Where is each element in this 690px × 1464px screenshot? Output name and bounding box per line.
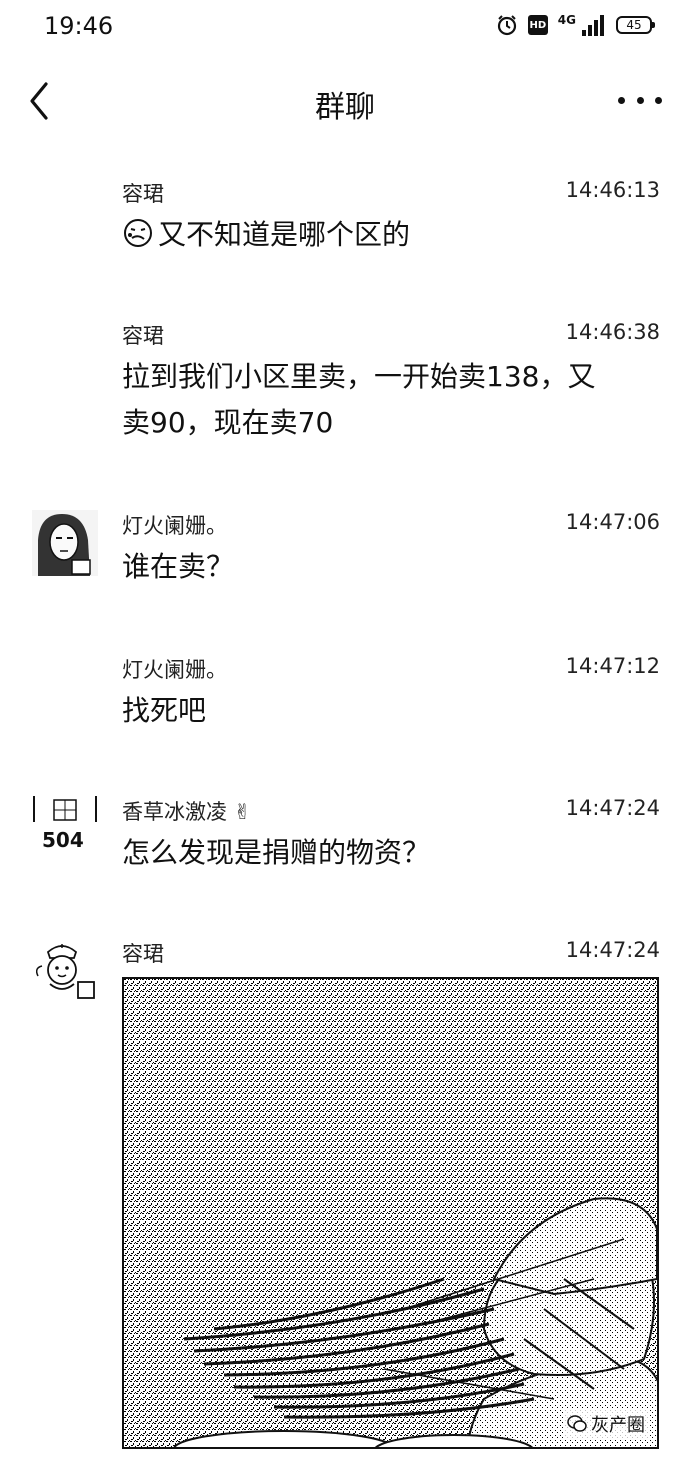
avatar-portrait-icon [32, 510, 98, 576]
message-text[interactable]: 谁在卖？ [122, 544, 662, 590]
status-time: 19:46 [44, 12, 114, 40]
message-time: 14:47:06 [565, 510, 660, 534]
network-label: 4G [557, 13, 576, 27]
message-time: 14:47:24 [565, 796, 660, 820]
message-text[interactable]: 找死吧 [122, 688, 662, 734]
wechat-icon [567, 1415, 587, 1432]
sender-name[interactable]: 灯火阑姗。 [122, 654, 227, 684]
sender-name[interactable]: 容珺 [122, 178, 164, 208]
message-text[interactable]: 拉到我们小区里卖，一开始卖138，又卖90，现在卖70 [122, 354, 622, 446]
message-time: 14:47:24 [565, 938, 660, 962]
more-button[interactable] [618, 86, 662, 114]
sender-name[interactable]: 香草冰激凌 ✌ [122, 796, 251, 826]
hd-icon: HD [527, 15, 548, 35]
chat-message: 容珺 14:46:38 拉到我们小区里卖，一开始卖138，又卖90，现在卖70 [0, 320, 690, 460]
chat-message: 灯火阑姗。 14:47:06 谁在卖？ [0, 510, 690, 600]
sender-name[interactable]: 容珺 [122, 938, 164, 968]
message-time: 14:46:38 [565, 320, 660, 344]
avatar[interactable] [32, 938, 98, 1004]
title-bar: 群聊 [0, 56, 690, 146]
message-text-content: 又不知道是哪个区的 [158, 218, 411, 251]
face-emoji-icon [124, 219, 152, 247]
sender-name[interactable]: 灯火阑姗。 [122, 510, 227, 540]
chat-message: 灯火阑姗。 14:47:12 找死吧 [0, 654, 690, 744]
chat-message: 504 香草冰激凌 ✌ 14:47:24 怎么发现是捐赠的物资？ [0, 796, 690, 886]
more-dot [636, 96, 644, 104]
status-icons: HD 4G 45 [496, 13, 655, 36]
chat-message: 容珺 14:47:24 [0, 938, 690, 1004]
page-title: 群聊 [315, 90, 375, 125]
message-time: 14:47:12 [565, 654, 660, 678]
sender-name[interactable]: 容珺 [122, 320, 164, 350]
message-text[interactable]: 又不知道是哪个区的 [122, 212, 662, 258]
avatar-text: 504 [42, 828, 84, 852]
message-time: 14:46:13 [565, 178, 660, 202]
message-text[interactable]: 怎么发现是捐赠的物资？ [122, 830, 662, 876]
avatar-cartoon-icon [32, 938, 98, 1004]
more-dot [655, 96, 662, 104]
watermark: 灰产圈 [563, 1409, 649, 1439]
vegetables-photo-image [124, 979, 657, 1447]
chat-message: 容珺 14:46:13 又不知道是哪个区的 [0, 178, 690, 268]
watermark-text: 灰产圈 [591, 1415, 645, 1436]
alarm-icon [497, 15, 516, 36]
avatar-door-icon [33, 796, 97, 822]
status-bar: 19:46 HD 4G 45 [0, 0, 690, 56]
message-photo[interactable]: 灰产圈 [122, 977, 659, 1449]
avatar[interactable] [32, 510, 98, 576]
signal-icon [582, 15, 604, 36]
more-dots-icon [618, 96, 625, 104]
avatar[interactable]: 504 [32, 792, 98, 858]
battery-indicator: 45 [616, 16, 655, 34]
